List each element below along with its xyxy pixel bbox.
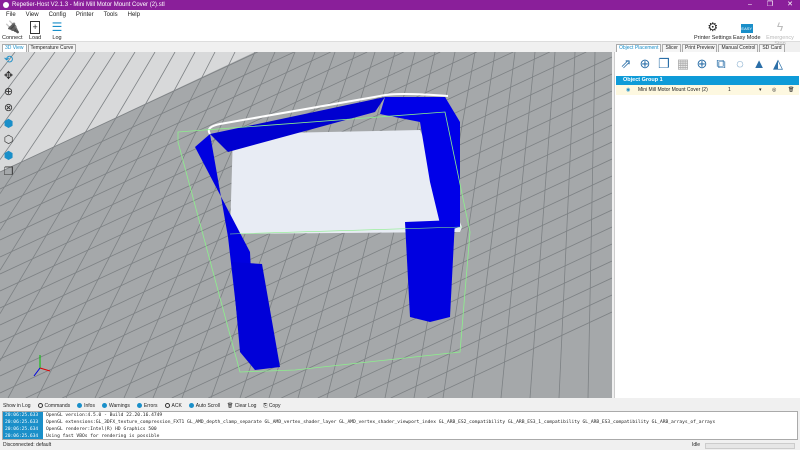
- show-in-log-label: Show in Log: [3, 403, 31, 409]
- connection-status: Disconnected: default: [3, 442, 52, 448]
- visibility-eye-icon[interactable]: ◉: [626, 85, 630, 95]
- menu-tools[interactable]: Tools: [104, 10, 118, 20]
- filter-warnings[interactable]: Warnings: [101, 403, 130, 409]
- mirror-object-icon[interactable]: ◭: [770, 56, 786, 72]
- easy-mode-label: Easy Mode: [733, 35, 761, 41]
- filter-infos[interactable]: Infos: [77, 403, 95, 409]
- filter-ack[interactable]: ACK: [164, 403, 182, 409]
- settings-icon[interactable]: ◎: [772, 85, 776, 95]
- front-view-icon[interactable]: ⬡: [2, 134, 15, 147]
- log-output[interactable]: 20:06:25.633 OpenGL version:4.5.0 - Build…: [2, 411, 798, 440]
- scale-object-icon[interactable]: ⧉: [713, 56, 729, 72]
- log-button[interactable]: ☰ Log: [50, 20, 64, 42]
- move-view-icon[interactable]: ✥: [2, 70, 15, 83]
- tab-manual-control[interactable]: Manual Control: [718, 44, 759, 52]
- menu-file[interactable]: File: [6, 10, 16, 20]
- title-bar: Repetier-Host V2.1.3 - Mini Mill Motor M…: [0, 0, 800, 10]
- menu-help[interactable]: Help: [128, 10, 140, 20]
- toolbar: 🔌 Connect + Load ☰ Log ⚙ Printer Settings EA…: [0, 20, 800, 47]
- add-object-icon[interactable]: ⊕: [637, 56, 653, 72]
- copy-object-icon[interactable]: ❐: [656, 56, 672, 72]
- view-tabs: 3D View Temperature Curve: [2, 44, 77, 52]
- object-row[interactable]: ◉ Mini Mill Motor Mount Cover (2) 1 ▾ ◎ …: [616, 85, 799, 95]
- gear-icon: ⚙: [707, 20, 719, 34]
- log-line: 20:06:25.634 Using fast VBOs for renderin…: [3, 433, 160, 439]
- menu-view[interactable]: View: [26, 10, 39, 20]
- app-icon: [3, 2, 9, 8]
- filter-errors[interactable]: Errors: [136, 403, 158, 409]
- close-button[interactable]: ✕: [780, 0, 800, 10]
- fit-view-icon[interactable]: ⊗: [2, 102, 15, 115]
- trash-icon[interactable]: 🗑: [788, 85, 794, 95]
- menu-printer[interactable]: Printer: [76, 10, 94, 20]
- connect-label: Connect: [2, 35, 23, 41]
- maximize-button[interactable]: ❐: [760, 0, 780, 10]
- load-label: Load: [29, 35, 42, 41]
- clear-log-button[interactable]: 🗑 Clear Log: [227, 403, 256, 409]
- tab-slicer[interactable]: Slicer: [662, 44, 681, 52]
- lightning-icon: ϟ: [776, 20, 784, 34]
- log-label: Log: [52, 35, 62, 41]
- object-count-field[interactable]: 1: [728, 85, 731, 95]
- filter-commands[interactable]: Commands: [37, 403, 70, 409]
- right-tabs: Object Placement Slicer Print Preview Ma…: [616, 44, 785, 52]
- tab-3d-view[interactable]: 3D View: [2, 44, 27, 52]
- minimize-button[interactable]: –: [740, 0, 760, 10]
- rotate-view-icon[interactable]: ⟲: [2, 54, 15, 67]
- plug-icon: 🔌: [5, 20, 21, 34]
- tab-temperature-curve[interactable]: Temperature Curve: [27, 44, 77, 52]
- tab-print-preview[interactable]: Print Preview: [681, 44, 718, 52]
- log-line: 20:06:25.633 OpenGL extensions:GL_3DFX_te…: [3, 419, 716, 426]
- connect-button[interactable]: 🔌 Connect: [2, 20, 23, 42]
- status-bar: Disconnected: default Idle: [0, 441, 800, 450]
- top-view-icon[interactable]: ⬢: [2, 150, 15, 163]
- log-list-icon: ☰: [51, 20, 63, 34]
- view-toolbar: ⟲ ✥ ⊕ ⊗ ⬢ ⬡ ⬢ ❐: [2, 54, 16, 179]
- log-line: 20:06:25.634 OpenGL renderer:Intel(R) HD …: [3, 426, 157, 433]
- 3d-viewport[interactable]: [0, 52, 612, 398]
- object-group-header[interactable]: Object Group 1: [616, 76, 799, 85]
- count-dropdown-icon[interactable]: ▾: [759, 85, 762, 95]
- iso-view-icon[interactable]: ⬢: [2, 118, 15, 131]
- printer-settings-label: Printer Settings: [694, 35, 732, 41]
- easy-mode-button[interactable]: EASY Easy Mode: [733, 21, 761, 41]
- load-file-icon: +: [30, 21, 41, 34]
- object-placement-panel: ⇗ ⊕ ❐ ▦ ⊕ ⧉ ◌ ▲ ◭ Object Group 1 ◉ Mini …: [614, 52, 800, 398]
- copy-button[interactable]: ⎘ Copy: [263, 403, 280, 409]
- easy-mode-icon: EASY: [740, 24, 753, 33]
- 3d-scene[interactable]: [0, 52, 612, 398]
- window-title: Repetier-Host V2.1.3 - Mini Mill Motor M…: [12, 2, 165, 8]
- tab-object-placement[interactable]: Object Placement: [616, 44, 662, 52]
- rotate-object-icon[interactable]: ◌: [732, 56, 748, 72]
- menu-bar: File View Config Printer Tools Help: [0, 10, 800, 20]
- toggle-views-icon[interactable]: ❐: [2, 166, 15, 179]
- printer-settings-button[interactable]: ⚙ Printer Settings: [694, 20, 732, 42]
- menu-config[interactable]: Config: [49, 10, 66, 20]
- export-icon[interactable]: ⇗: [618, 56, 634, 72]
- tab-sd-card[interactable]: SD Card: [759, 44, 785, 52]
- object-name: Mini Mill Motor Mount Cover (2): [638, 87, 708, 93]
- cut-object-icon[interactable]: ▲: [751, 56, 767, 72]
- center-object-icon[interactable]: ⊕: [694, 56, 710, 72]
- printer-status: Idle: [692, 442, 701, 448]
- load-button[interactable]: + Load: [29, 21, 41, 41]
- progress-bar: [705, 443, 795, 449]
- log-filter-bar: Show in Log Commands Infos Warnings Erro…: [0, 401, 800, 411]
- filter-auto-scroll[interactable]: Auto Scroll: [188, 403, 220, 409]
- autoposition-icon[interactable]: ▦: [675, 56, 691, 72]
- log-line: 20:06:25.633 OpenGL version:4.5.0 - Build…: [3, 412, 163, 419]
- zoom-icon[interactable]: ⊕: [2, 86, 15, 99]
